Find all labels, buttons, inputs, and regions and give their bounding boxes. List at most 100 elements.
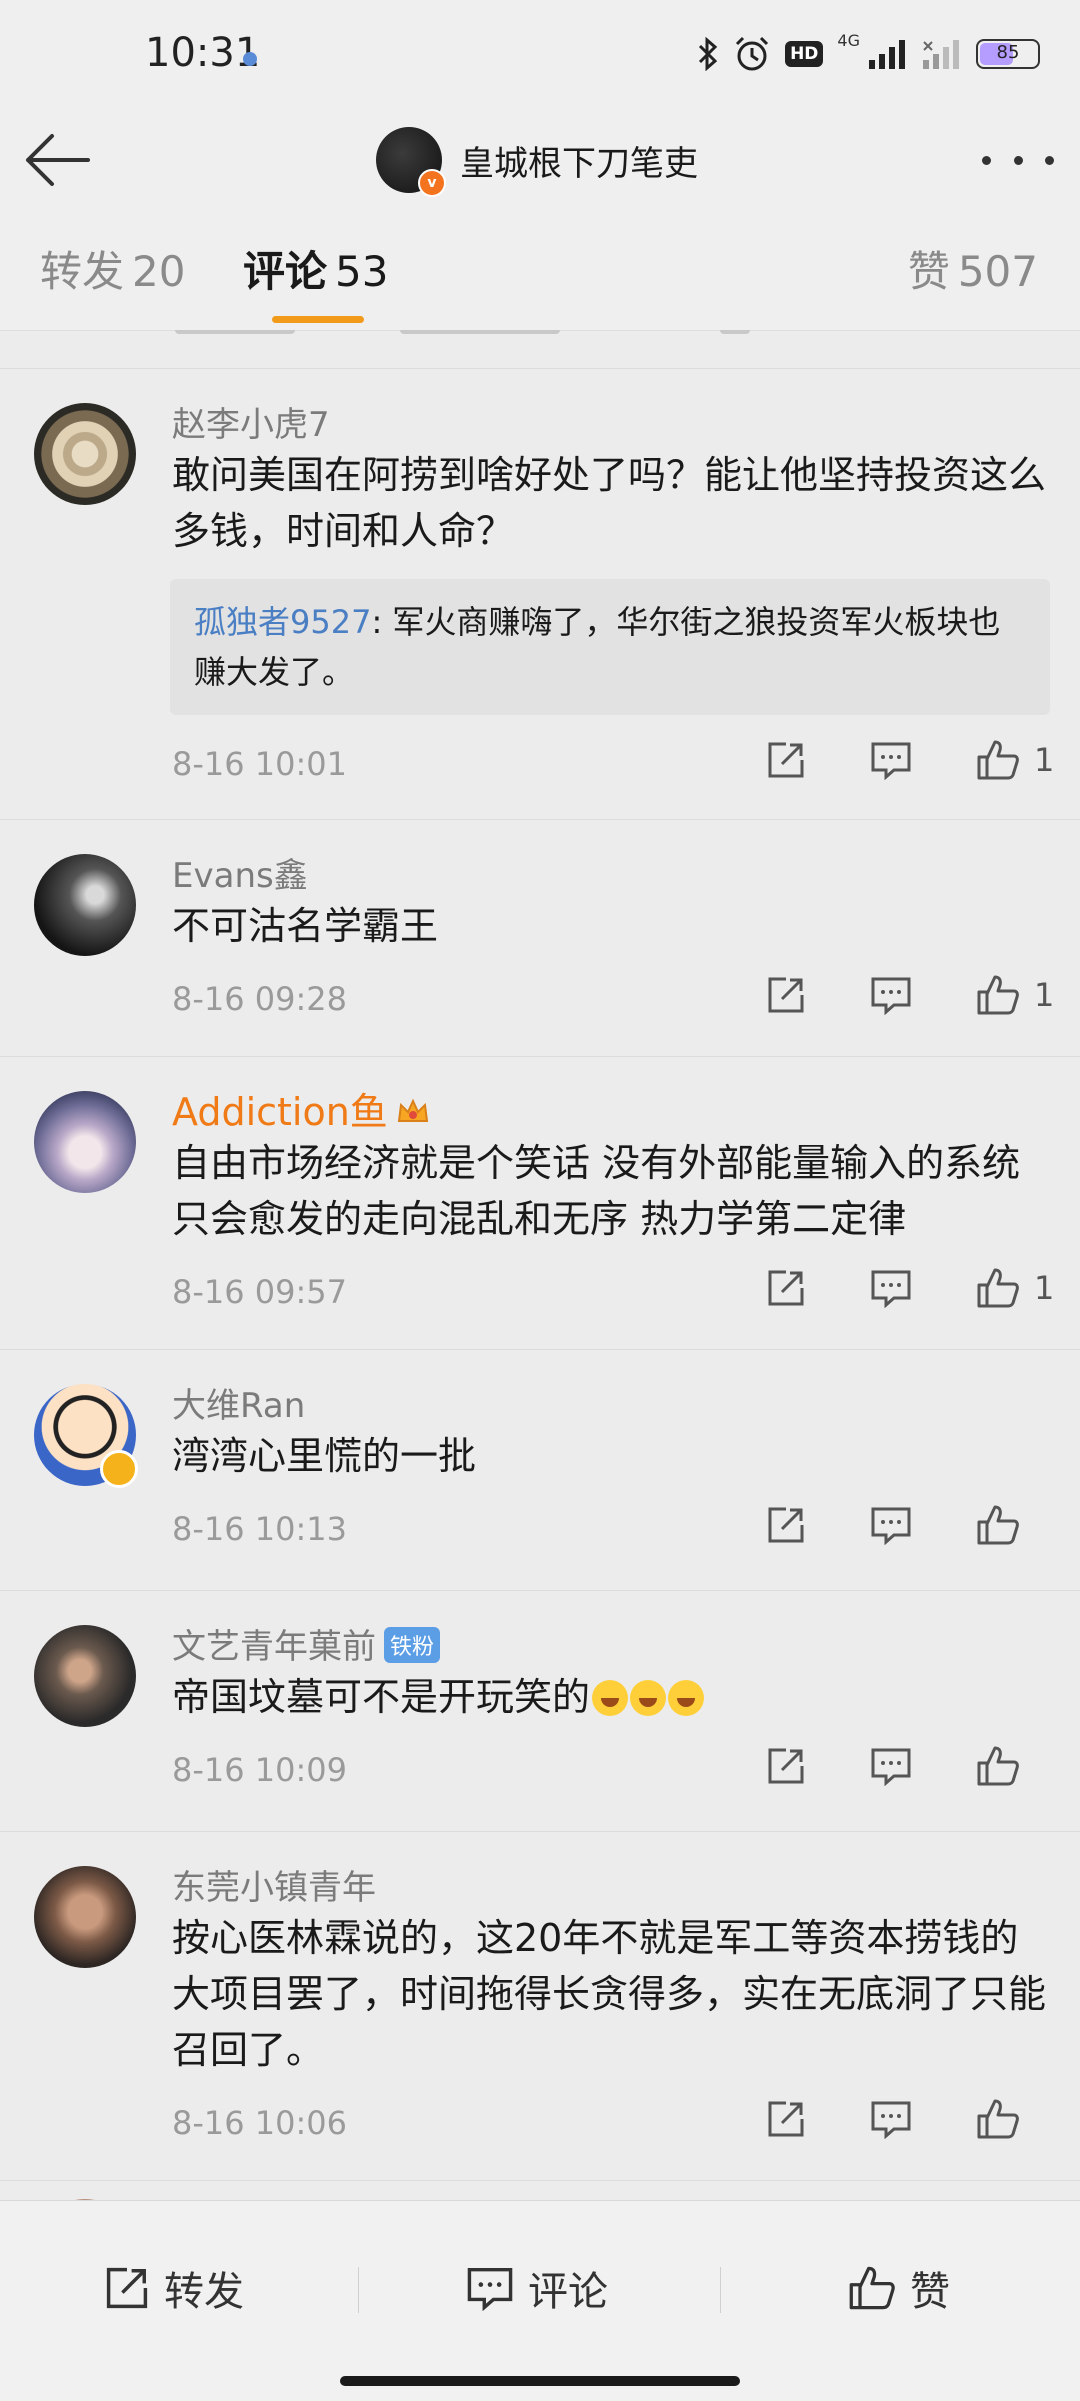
- like-count: 1: [1034, 1269, 1055, 1307]
- reply-button[interactable]: [870, 1268, 912, 1308]
- comment-icon: [871, 2101, 911, 2139]
- comment-item: Addiction鱼 自由市场经济就是个笑话 没有外部能量输入的系统只会愈发的走…: [0, 1057, 1080, 1350]
- signal-2-icon: [923, 40, 959, 69]
- network-type: 4G: [837, 30, 860, 50]
- comment-text-body: 帝国坟墓可不是开玩笑的: [172, 1675, 591, 1719]
- avatar[interactable]: [34, 1091, 136, 1193]
- reply-author-name[interactable]: 孤独者9527: [194, 603, 371, 641]
- share-icon: [768, 1507, 804, 1543]
- comment-timestamp: 8-16 09:57: [172, 1273, 348, 1311]
- reply-button[interactable]: [870, 975, 912, 1015]
- like-post-button[interactable]: 赞: [848, 2259, 950, 2317]
- like-button[interactable]: [976, 1504, 1050, 1546]
- comment-icon: [467, 2268, 513, 2311]
- tab-comments[interactable]: 评论 53: [243, 238, 388, 299]
- like-button[interactable]: 1: [976, 1267, 1055, 1309]
- top-nav: v 皇城根下刀笔吏: [0, 110, 1080, 210]
- commenter-name[interactable]: Evans鑫: [172, 848, 308, 897]
- tab-likes-label: 赞: [907, 247, 950, 296]
- author-name[interactable]: 皇城根下刀笔吏: [460, 136, 698, 185]
- like-button[interactable]: 1: [976, 739, 1055, 781]
- comment-label: 评论: [528, 2269, 608, 2315]
- tab-comments-label: 评论: [243, 247, 328, 296]
- share-button[interactable]: [766, 1505, 806, 1545]
- previous-comment-partial: [0, 330, 1080, 369]
- status-time: 10:31: [145, 30, 261, 76]
- comment-icon: [871, 1270, 911, 1308]
- comment-text: 湾湾心里慌的一批: [172, 1434, 477, 1478]
- laugh-cry-emoji-icon: [592, 1680, 629, 1716]
- comment-button[interactable]: 评论: [466, 2259, 608, 2317]
- notification-dot-icon: [243, 52, 257, 66]
- divider: [720, 2267, 721, 2313]
- battery-icon: 85: [976, 39, 1040, 69]
- comment-actions: 1: [702, 1267, 1055, 1309]
- comment-actions: [702, 1504, 1050, 1546]
- thumbs-up-icon: [977, 975, 1019, 1015]
- comment-text: 自由市场经济就是个笑话 没有外部能量输入的系统只会愈发的走向混乱和无序 热力学第…: [172, 1141, 1021, 1241]
- comment-icon: [871, 977, 911, 1015]
- share-button[interactable]: [766, 1746, 806, 1786]
- tab-reposts-label: 转发: [40, 247, 125, 296]
- comment-item: 赵李小虎7 敢问美国在阿捞到啥好处了吗？能让他坚持投资这么多钱，时间和人命？ 孤…: [0, 369, 1080, 820]
- share-button[interactable]: [766, 2099, 806, 2139]
- share-icon: [106, 2267, 148, 2309]
- comment-list[interactable]: 赵李小虎7 敢问美国在阿捞到啥好处了吗？能让他坚持投资这么多钱，时间和人命？ 孤…: [0, 330, 1080, 2200]
- comment-item: 东莞小镇青年 按心医林霖说的，这20年不就是军工等资本捞钱的大项目罢了，时间拖得…: [0, 1832, 1080, 2181]
- comment-icon: [871, 1748, 911, 1786]
- status-icons: HD 4G 85: [697, 31, 1040, 72]
- author-avatar[interactable]: v: [376, 127, 446, 197]
- commenter-name[interactable]: 大维Ran: [172, 1378, 305, 1427]
- commenter-name[interactable]: 赵李小虎7: [172, 397, 330, 446]
- like-button[interactable]: [976, 2098, 1050, 2140]
- like-label: 赞: [910, 2269, 950, 2315]
- next-comment-partial: [0, 2181, 1080, 2200]
- share-icon: [768, 977, 804, 1013]
- back-button[interactable]: [22, 130, 92, 190]
- signal-icon: [869, 40, 905, 69]
- reply-button[interactable]: [870, 2099, 912, 2139]
- comment-actions: [702, 2098, 1050, 2140]
- avatar[interactable]: [34, 1866, 136, 1968]
- battery-level: 85: [996, 42, 1020, 63]
- commenter-name[interactable]: 文艺青年菓前 铁粉: [172, 1619, 441, 1668]
- reply-button[interactable]: [870, 1505, 912, 1545]
- more-options-button[interactable]: [982, 140, 1054, 180]
- repost-label: 转发: [164, 2269, 244, 2315]
- avatar[interactable]: [34, 1625, 136, 1727]
- fan-badge: 铁粉: [384, 1627, 441, 1663]
- share-button[interactable]: [766, 740, 806, 780]
- author-info[interactable]: v 皇城根下刀笔吏: [376, 118, 698, 202]
- commenter-name[interactable]: Addiction鱼: [172, 1081, 430, 1136]
- laugh-cry-emoji-icon: [630, 1680, 667, 1716]
- comment-icon: [871, 742, 911, 780]
- share-icon: [768, 1748, 804, 1784]
- share-button[interactable]: [766, 975, 806, 1015]
- status-bar: 10:31 HD 4G 85: [0, 0, 1080, 110]
- reply-button[interactable]: [870, 740, 912, 780]
- laugh-cry-emoji-icon: [668, 1680, 705, 1716]
- home-indicator[interactable]: [340, 2376, 740, 2386]
- comment-text: 不可沽名学霸王: [172, 904, 439, 948]
- comment-actions: 1: [702, 739, 1055, 781]
- tab-comments-count: 53: [335, 247, 389, 296]
- like-button[interactable]: 1: [976, 974, 1054, 1016]
- tab-likes[interactable]: 赞 507: [908, 238, 1038, 299]
- commenter-name[interactable]: 东莞小镇青年: [172, 1860, 376, 1909]
- hd-badge: HD: [785, 41, 824, 67]
- tab-bar: 转发 20 评论 53 赞 507: [0, 210, 1080, 331]
- like-count: 1: [1034, 741, 1055, 779]
- reply-button[interactable]: [870, 1746, 912, 1786]
- share-icon: [768, 742, 804, 778]
- tab-reposts[interactable]: 转发 20: [40, 238, 185, 299]
- share-button[interactable]: [766, 1268, 806, 1308]
- repost-button[interactable]: 转发: [104, 2259, 244, 2317]
- avatar[interactable]: [34, 854, 136, 956]
- like-button[interactable]: [976, 1745, 1050, 1787]
- avatar[interactable]: [34, 403, 136, 505]
- nested-reply[interactable]: 孤独者9527: 军火商赚嗨了，华尔街之狼投资军火板块也赚大发了。: [170, 579, 1050, 715]
- comment-text: 按心医林霖说的，这20年不就是军工等资本捞钱的大项目罢了，时间拖得长贪得多，实在…: [172, 1916, 1047, 2072]
- comment-text: 帝国坟墓可不是开玩笑的: [172, 1669, 1052, 1725]
- avatar[interactable]: [34, 1384, 138, 1488]
- comment-item: Evans鑫 不可沽名学霸王 8-16 09:28 1: [0, 820, 1080, 1057]
